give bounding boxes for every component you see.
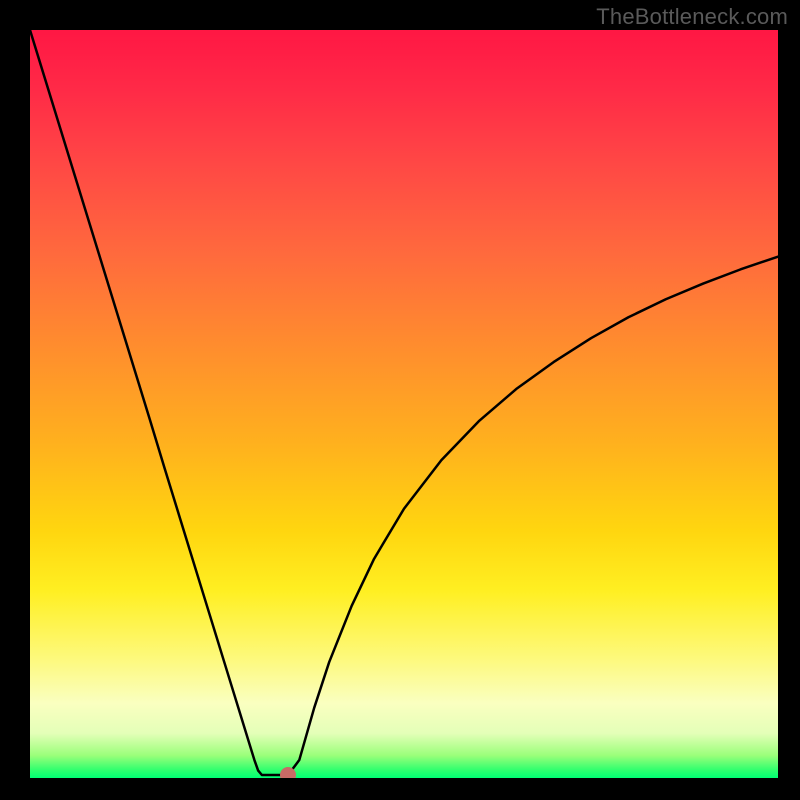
bottleneck-curve [30,30,778,778]
optimal-point-marker [280,767,296,778]
watermark-text: TheBottleneck.com [596,4,788,30]
plot-area [30,30,778,778]
